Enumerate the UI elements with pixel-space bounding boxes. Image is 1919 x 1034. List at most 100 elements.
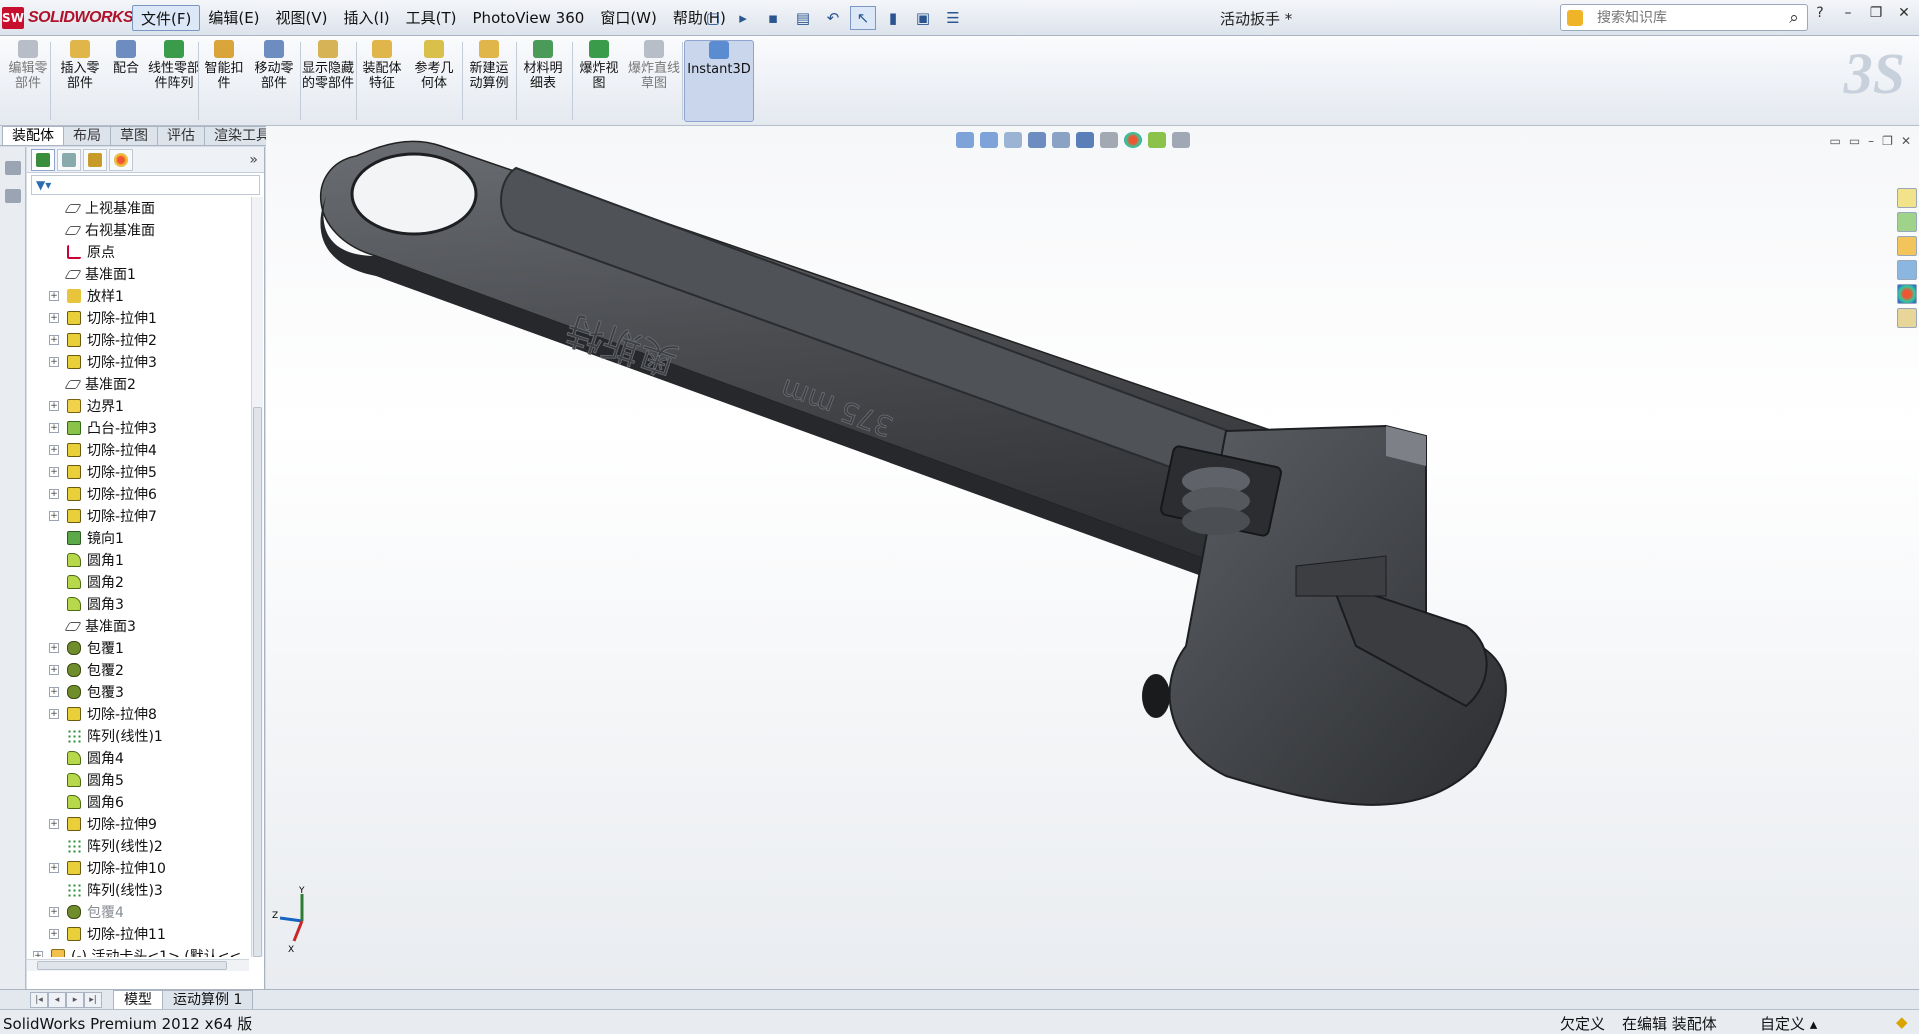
apply-scene-icon[interactable] xyxy=(1148,132,1166,148)
property-manager-tab[interactable] xyxy=(57,148,81,171)
design-library-icon[interactable] xyxy=(1897,212,1917,232)
edit-appearance-icon[interactable] xyxy=(1124,132,1142,148)
menu-item-3[interactable]: 插入(I) xyxy=(336,5,398,31)
options-icon[interactable]: ☰ xyxy=(940,6,966,30)
previous-view-icon[interactable] xyxy=(1004,132,1022,148)
prev-tab-icon[interactable]: ◂ xyxy=(48,991,66,1008)
expand-icon[interactable]: + xyxy=(49,401,59,411)
expand-icon[interactable]: + xyxy=(49,291,59,301)
ribbon-button-4[interactable]: 智能扣件 xyxy=(200,40,248,122)
close-icon[interactable]: ✕ xyxy=(1895,5,1913,21)
configuration-tab[interactable] xyxy=(83,148,107,171)
tree-node[interactable]: + 切除-拉伸4 xyxy=(27,439,249,461)
ribbon-button-13[interactable]: Instant3D xyxy=(684,40,754,122)
expand-panel-icon[interactable]: » xyxy=(249,152,258,168)
tree-node[interactable]: + 切除-拉伸3 xyxy=(27,351,249,373)
tree-node[interactable]: 圆角3 xyxy=(27,593,249,615)
help-icon[interactable]: ? xyxy=(1811,5,1829,21)
tree-node[interactable]: + 切除-拉伸10 xyxy=(27,857,249,879)
tree-node[interactable]: 圆角1 xyxy=(27,549,249,571)
menu-item-5[interactable]: PhotoView 360 xyxy=(465,5,593,31)
last-tab-icon[interactable]: ▸| xyxy=(84,991,102,1008)
sensor-icon[interactable] xyxy=(4,189,21,203)
hide-show-icon[interactable] xyxy=(4,161,21,175)
tree-node[interactable]: 右视基准面 xyxy=(27,219,249,241)
expand-icon[interactable]: + xyxy=(49,709,59,719)
tree-node[interactable]: 圆角4 xyxy=(27,747,249,769)
menu-item-0[interactable]: 文件(F) xyxy=(132,5,201,31)
expand-icon[interactable]: + xyxy=(49,643,59,653)
expand-icon[interactable]: + xyxy=(49,467,59,477)
scroll-thumb[interactable] xyxy=(253,407,262,957)
rebuild-icon[interactable]: ▮ xyxy=(880,6,906,30)
ribbon-button-7[interactable]: 装配体特征 xyxy=(358,40,406,122)
restore-icon[interactable]: ❐ xyxy=(1882,134,1893,148)
tab-1[interactable]: 布局 xyxy=(63,126,111,145)
tree-horizontal-scrollbar[interactable] xyxy=(27,959,249,971)
tree-node[interactable]: 圆角2 xyxy=(27,571,249,593)
tree-node[interactable]: 基准面2 xyxy=(27,373,249,395)
tree-node[interactable]: 圆角6 xyxy=(27,791,249,813)
expand-icon[interactable]: + xyxy=(49,445,59,455)
tree-node[interactable]: 圆角5 xyxy=(27,769,249,791)
view-palette-icon[interactable] xyxy=(1897,260,1917,280)
tree-node[interactable]: 原点 xyxy=(27,241,249,263)
solidworks-logo[interactable]: SW SOLIDWORKS xyxy=(2,6,134,30)
ribbon-button-8[interactable]: 参考几何体 xyxy=(410,40,458,122)
tree-node[interactable]: 阵列(线性)2 xyxy=(27,835,249,857)
tree-node[interactable]: + 包覆2 xyxy=(27,659,249,681)
file-properties-icon[interactable]: ▣ xyxy=(910,6,936,30)
expand-icon[interactable]: + xyxy=(49,335,59,345)
ribbon-button-10[interactable]: 材料明细表 xyxy=(518,40,568,122)
next-tab-icon[interactable]: ▸ xyxy=(66,991,84,1008)
expand-icon[interactable]: + xyxy=(49,511,59,521)
tree-node[interactable]: + 包覆4 xyxy=(27,901,249,923)
tree-node[interactable]: + (-) 活动卡头<1> (默认<< xyxy=(27,945,249,957)
menu-item-2[interactable]: 视图(V) xyxy=(268,5,336,31)
hide-show-items-icon[interactable] xyxy=(1100,132,1118,148)
tree-node[interactable]: + 切除-拉伸7 xyxy=(27,505,249,527)
tab-0[interactable]: 装配体 xyxy=(2,126,64,145)
display-manager-tab[interactable] xyxy=(109,148,133,171)
menu-item-6[interactable]: 窗口(W) xyxy=(592,5,665,31)
ribbon-button-0[interactable]: 编辑零部件 xyxy=(4,40,52,122)
custom-properties-icon[interactable] xyxy=(1897,308,1917,328)
ribbon-button-2[interactable]: 配合 xyxy=(106,40,146,122)
first-tab-icon[interactable]: |◂ xyxy=(30,991,48,1008)
tree-node[interactable]: 基准面3 xyxy=(27,615,249,637)
tree-filter[interactable]: ▼▾ xyxy=(31,175,260,195)
expand-icon[interactable]: + xyxy=(49,907,59,917)
ribbon-button-1[interactable]: 插入零部件 xyxy=(56,40,104,122)
expand-icon[interactable]: + xyxy=(49,313,59,323)
tree-node[interactable]: + 包覆3 xyxy=(27,681,249,703)
expand-icon[interactable]: + xyxy=(49,687,59,697)
scroll-thumb[interactable] xyxy=(37,961,227,970)
tree-node[interactable]: + 切除-拉伸9 xyxy=(27,813,249,835)
tree-node[interactable]: + 切除-拉伸1 xyxy=(27,307,249,329)
search-input[interactable] xyxy=(1597,9,1781,26)
tab-3[interactable]: 评估 xyxy=(157,126,205,145)
tree-node[interactable]: + 切除-拉伸6 xyxy=(27,483,249,505)
new-file-icon[interactable]: ▢ xyxy=(700,6,726,30)
file-explorer-icon[interactable] xyxy=(1897,236,1917,256)
appearances-icon[interactable] xyxy=(1897,284,1917,304)
tree-node[interactable]: 阵列(线性)1 xyxy=(27,725,249,747)
print-icon[interactable]: ▤ xyxy=(790,6,816,30)
bottom-tab-0[interactable]: 模型 xyxy=(113,989,163,1010)
tree-node[interactable]: + 切除-拉伸8 xyxy=(27,703,249,725)
expand-icon[interactable]: + xyxy=(49,665,59,675)
tree-vertical-scrollbar[interactable] xyxy=(251,197,263,957)
tree-node[interactable]: + 切除-拉伸11 xyxy=(27,923,249,945)
tree-node[interactable]: 镜向1 xyxy=(27,527,249,549)
tree-node[interactable]: 阵列(线性)3 xyxy=(27,879,249,901)
save-icon[interactable]: ▪ xyxy=(760,6,786,30)
restore-icon[interactable]: ❐ xyxy=(1867,5,1885,21)
menu-item-1[interactable]: 编辑(E) xyxy=(200,5,267,31)
ribbon-button-5[interactable]: 移动零部件 xyxy=(250,40,298,122)
display-style-icon[interactable] xyxy=(1076,132,1094,148)
expand-icon[interactable]: + xyxy=(49,489,59,499)
tree-node[interactable]: + 凸台-拉伸3 xyxy=(27,417,249,439)
search-icon[interactable]: ⌕ xyxy=(1781,8,1807,28)
tab-2[interactable]: 草图 xyxy=(110,126,158,145)
ribbon-button-12[interactable]: 爆炸直线草图 xyxy=(628,40,680,122)
